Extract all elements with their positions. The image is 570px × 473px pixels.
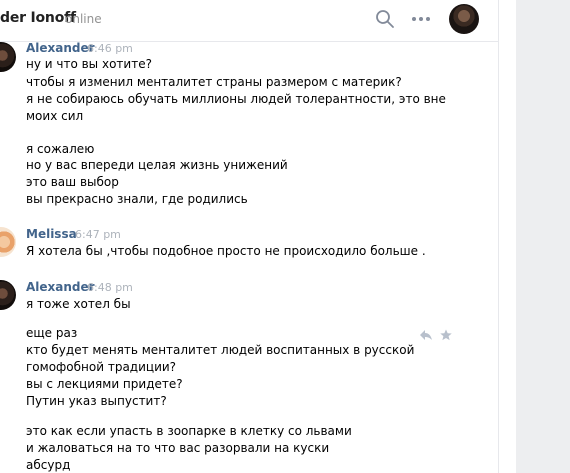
message-line: это ваш выбор bbox=[26, 175, 119, 189]
chat-header: der Ionoff online bbox=[0, 0, 498, 42]
star-icon[interactable] bbox=[439, 326, 453, 341]
avatar[interactable] bbox=[0, 42, 16, 72]
message-line: кто будет менять менталитет людей воспит… bbox=[26, 343, 415, 357]
search-icon[interactable] bbox=[374, 8, 396, 30]
message-line: гомофобной традиции? bbox=[26, 360, 177, 374]
message-line: абсурд bbox=[26, 458, 71, 472]
message-line: я не собираюсь обучать миллионы людей то… bbox=[26, 92, 446, 106]
more-icon[interactable] bbox=[410, 11, 432, 25]
scroll-gutter[interactable] bbox=[498, 0, 516, 473]
message-time[interactable]: 6:47 pm bbox=[75, 228, 121, 241]
message-time[interactable]: 6:48 pm bbox=[87, 281, 133, 294]
author-name[interactable]: Alexander bbox=[26, 41, 95, 55]
message-line: это как если упасть в зоопарке в клетку … bbox=[26, 424, 352, 438]
author-name[interactable]: Melissa bbox=[26, 227, 77, 241]
message-time[interactable]: 6:46 pm bbox=[87, 42, 133, 55]
reply-icon[interactable] bbox=[419, 326, 433, 340]
avatar[interactable] bbox=[0, 280, 16, 310]
online-status: online bbox=[65, 12, 102, 26]
side-panel bbox=[516, 0, 570, 473]
message-line: ну и что вы хотите? bbox=[26, 57, 152, 71]
message-line: Путин указ выпустит? bbox=[26, 394, 167, 408]
message-line: я тоже хотел бы bbox=[26, 297, 131, 311]
message-line: моих сил bbox=[26, 109, 84, 123]
contact-avatar[interactable] bbox=[449, 4, 479, 34]
message-line: еще раз bbox=[26, 326, 78, 340]
message-line: я сожалею bbox=[26, 142, 95, 156]
message-line: но у вас впереди целая жизнь унижений bbox=[26, 158, 288, 172]
message-line: вы прекрасно знали, где родились bbox=[26, 192, 248, 206]
chat-panel: der Ionoff online Alexander 6:46 pm ну и… bbox=[0, 0, 498, 473]
message-line: вы с лекциями придете? bbox=[26, 377, 183, 391]
message-line: чтобы я изменил менталитет страны размер… bbox=[26, 75, 402, 89]
message-line: Я хотела бы ,чтобы подобное просто не пр… bbox=[26, 244, 426, 258]
avatar[interactable] bbox=[0, 227, 16, 257]
author-name[interactable]: Alexander bbox=[26, 280, 95, 294]
message-line: и жаловаться на то что вас разорвали на … bbox=[26, 441, 330, 455]
